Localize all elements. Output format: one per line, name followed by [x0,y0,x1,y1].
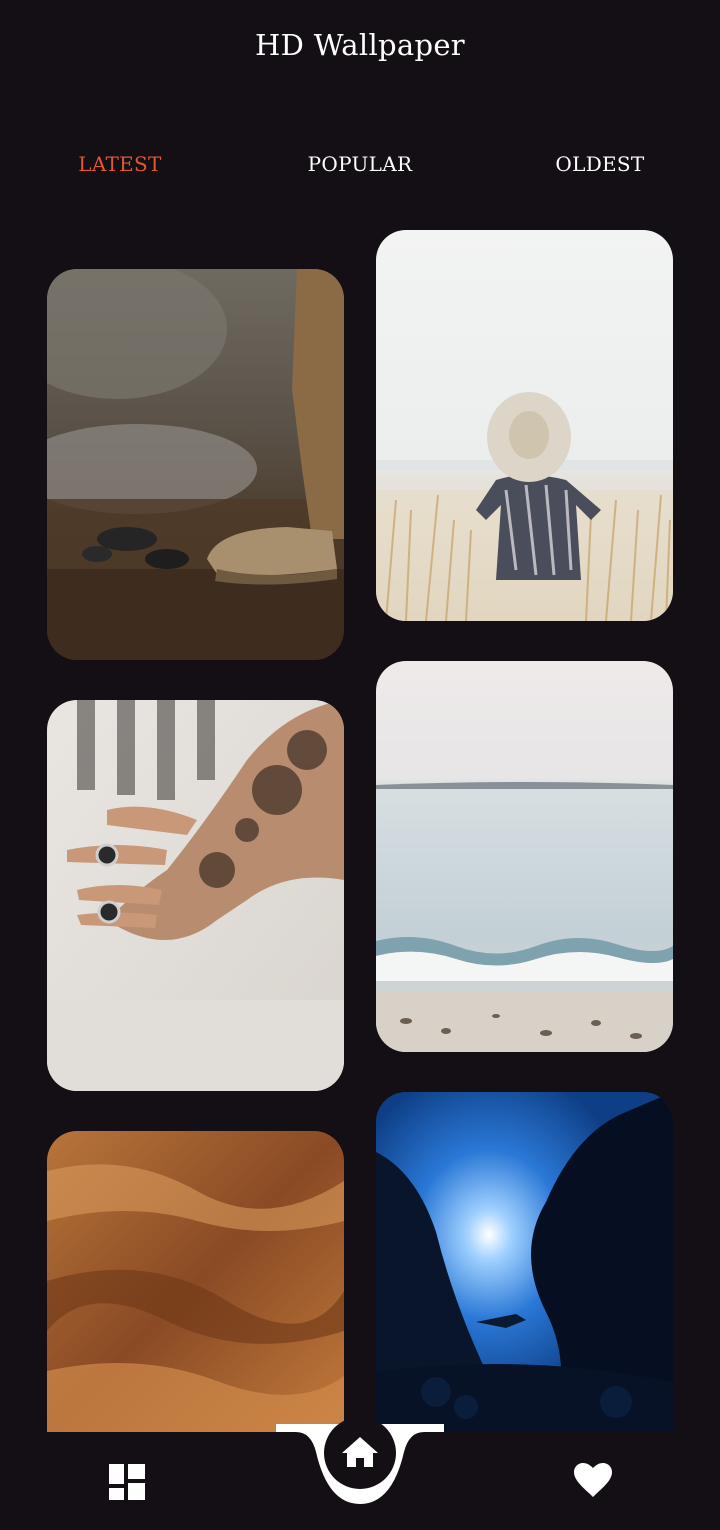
wallpaper-image [47,269,344,660]
wallpaper-card-underwater-cave-diver[interactable] [376,1092,673,1432]
app-screen: HD Wallpaper LATEST POPULAR OLDEST [0,0,720,1530]
wallpaper-image [47,1131,344,1432]
wallpaper-card-calm-sea-shore[interactable] [376,661,673,1052]
home-button[interactable] [324,1417,396,1489]
page-title: HD Wallpaper [255,28,465,62]
tab-oldest[interactable]: OLDEST [500,152,700,176]
tab-bar: LATEST POPULAR OLDEST [0,152,720,182]
wallpaper-image [376,1092,673,1432]
heart-icon[interactable] [574,1463,612,1499]
tab-latest[interactable]: LATEST [20,152,220,176]
wallpaper-image [47,700,344,1091]
home-icon [342,1437,378,1467]
wallpaper-card-woman-straw-hat-beach[interactable] [376,230,673,621]
wallpaper-card-boot-on-rocks[interactable] [47,269,344,660]
wallpaper-card-tattooed-hand-rings[interactable] [47,700,344,1091]
wallpaper-image [376,661,673,1052]
wallpaper-card-orange-sand-texture[interactable] [47,1131,344,1432]
tab-popular[interactable]: POPULAR [260,152,460,176]
grid-icon[interactable] [109,1464,145,1500]
wallpaper-image [376,230,673,621]
